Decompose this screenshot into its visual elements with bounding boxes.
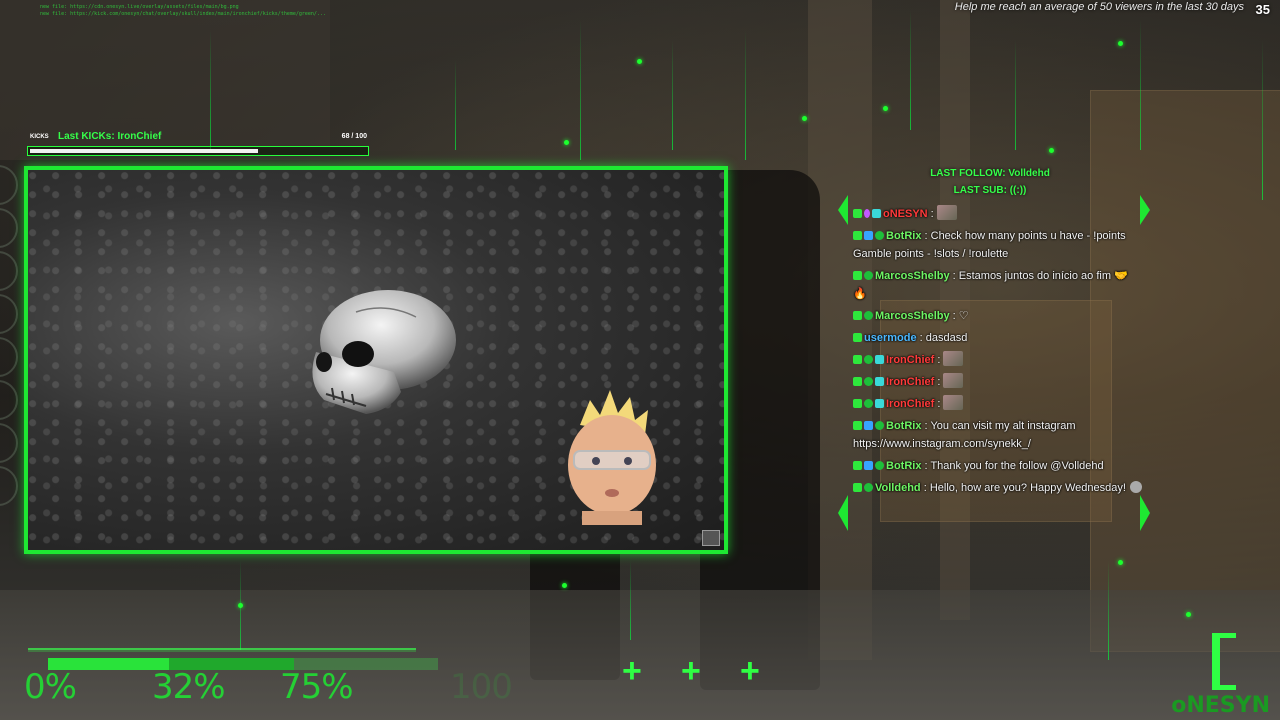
verify-badge-icon: verify: [875, 461, 884, 470]
chat-message: kickmodverifyBotRix : You can visit my a…: [853, 417, 1143, 453]
chat-separator: :: [934, 376, 944, 388]
chat-message: kickmodverifyBotRix : Check how many poi…: [853, 227, 1143, 263]
chat-message: kickverifysubIronChief :: [853, 395, 1143, 413]
gem-badge-icon: gem: [864, 209, 870, 218]
chat-separator: :: [921, 230, 931, 242]
kick-badge-icon: kick: [853, 399, 862, 408]
side-rings: [0, 165, 24, 509]
kick-badge-icon: kick: [853, 231, 862, 240]
kicks-tag: KICKS: [30, 134, 49, 140]
kick-badge-icon: kick: [853, 421, 862, 430]
last-sub: LAST SUB: ((:)): [953, 185, 1027, 196]
chat-message: kickverifysubIronChief :: [853, 373, 1143, 391]
viewer-goal-text: Help me reach an average of 50 viewers i…: [954, 1, 1244, 13]
kicks-widget: KICKS Last KICKs: IronChief 68 / 100: [27, 130, 369, 156]
chat-emote-icon: [936, 205, 957, 220]
chat-emote-icon: [943, 395, 964, 410]
mod-badge-icon: mod: [864, 421, 873, 430]
chat-message: kickverifysubIronChief :: [853, 351, 1143, 369]
chat-username[interactable]: IronChief: [886, 398, 934, 410]
chat-message: kickgemsuboNESYN :: [853, 205, 1143, 223]
chat-message: kickverifyMarcosShelby : ♡: [853, 307, 1143, 325]
kick-badge-icon: kick: [853, 377, 862, 386]
chat-separator: :: [934, 398, 944, 410]
hud-pct-100: 100: [450, 667, 513, 707]
mod-badge-icon: mod: [864, 231, 873, 240]
chat-emote-icon: [943, 373, 964, 388]
chat-username[interactable]: usermode: [864, 332, 917, 344]
chat-username[interactable]: BotRix: [886, 230, 921, 242]
kick-badge-icon: kick: [853, 311, 862, 320]
skull-image: [312, 290, 456, 414]
viewer-goal-count: 35: [1255, 2, 1270, 17]
mod-badge-icon: mod: [864, 461, 873, 470]
chat-username[interactable]: Volldehd: [875, 482, 921, 494]
last-kicks-label: Last KICKs: IronChief: [58, 131, 162, 142]
chat-separator: :: [927, 208, 937, 220]
chat-separator: :: [934, 354, 944, 366]
webcam-corner-icon: [702, 530, 720, 546]
chat-username[interactable]: IronChief: [886, 354, 934, 366]
plus-icon-3: +: [740, 652, 760, 690]
chat-message: kickverifyVolldehd : Hello, how are you?…: [853, 479, 1143, 497]
chat-username[interactable]: MarcosShelby: [875, 270, 950, 282]
kick-badge-icon: kick: [853, 483, 862, 492]
verify-badge-icon: verify: [864, 377, 873, 386]
kick-badge-icon: kick: [853, 355, 862, 364]
scene-frame: [24, 166, 728, 554]
hud-level-bar: [48, 658, 438, 670]
kick-badge-icon: kick: [853, 209, 862, 218]
chat-username[interactable]: MarcosShelby: [875, 310, 950, 322]
chat-text: dasdasd: [925, 332, 968, 344]
hud-pct-0: 0%: [24, 667, 77, 707]
chat-separator: :: [916, 332, 926, 344]
hud-pct-32: 32%: [152, 667, 226, 707]
chat-text: ♡: [958, 310, 969, 322]
chat-text: Thank you for the follow @Volldehd: [930, 460, 1104, 472]
verify-badge-icon: verify: [864, 311, 873, 320]
verify-badge-icon: verify: [864, 271, 873, 280]
chat-separator: :: [949, 270, 959, 282]
kicks-progress-bar: [27, 146, 369, 156]
chat-emote-icon: [1129, 481, 1142, 493]
verify-badge-icon: verify: [875, 421, 884, 430]
brand-bracket-icon: [1212, 633, 1236, 690]
sub-badge-icon: sub: [872, 209, 881, 218]
brand-logo: oNESYN: [1171, 693, 1270, 718]
verify-badge-icon: verify: [864, 399, 873, 408]
kicks-count: 68 / 100: [341, 133, 367, 140]
chat-feed: kickgemsuboNESYN : kickmodverifyBotRix :…: [853, 205, 1143, 501]
verify-badge-icon: verify: [864, 483, 873, 492]
chat-separator: :: [920, 482, 930, 494]
chat-username[interactable]: BotRix: [886, 420, 921, 432]
debug-log: new file: https://cdn.onesyn.live/overla…: [40, 4, 326, 17]
kick-badge-icon: kick: [853, 271, 862, 280]
plus-icon-2: +: [681, 652, 701, 690]
kick-badge-icon: kick: [853, 333, 862, 342]
verify-badge-icon: verify: [864, 355, 873, 364]
chat-separator: :: [949, 310, 959, 322]
chat-username[interactable]: oNESYN: [883, 208, 928, 220]
chat-username[interactable]: IronChief: [886, 376, 934, 388]
kicks-progress-fill: [30, 149, 259, 153]
chat-message: kickmodverifyBotRix : Thank you for the …: [853, 457, 1143, 475]
chat-emote-icon: [943, 351, 964, 366]
last-follow: LAST FOLLOW: Volldehd: [930, 168, 1050, 179]
plus-icon-1: +: [622, 652, 642, 690]
sub-badge-icon: sub: [875, 377, 884, 386]
verify-badge-icon: verify: [875, 231, 884, 240]
chat-message: kickusermode : dasdasd: [853, 329, 1143, 347]
hud-pct-75: 75%: [280, 667, 354, 707]
sub-badge-icon: sub: [875, 355, 884, 364]
follow-sub-panel: LAST FOLLOW: Volldehd LAST SUB: ((:)): [850, 165, 1130, 199]
webcam-kid-image: [568, 390, 656, 525]
kick-badge-icon: kick: [853, 461, 862, 470]
chat-username[interactable]: BotRix: [886, 460, 921, 472]
chat-bracket-left: [838, 195, 848, 531]
chat-message: kickverifyMarcosShelby : Estamos juntos …: [853, 267, 1143, 303]
hud-top-line: [28, 648, 416, 652]
chat-text: Hello, how are you? Happy Wednesday!: [929, 482, 1126, 494]
sub-badge-icon: sub: [875, 399, 884, 408]
